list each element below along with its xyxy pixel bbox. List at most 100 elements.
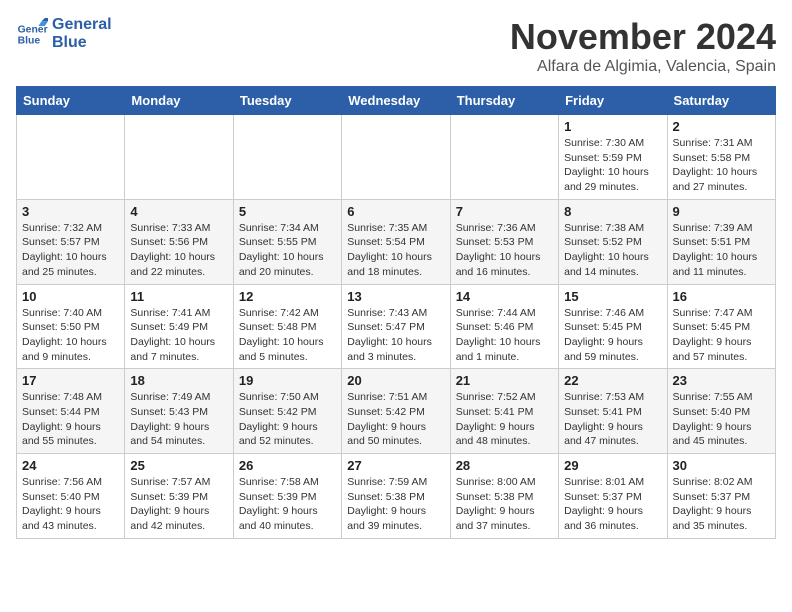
calendar-cell: 19 Sunrise: 7:50 AMSunset: 5:42 PMDayligh… [233,369,341,454]
calendar-cell: 27 Sunrise: 7:59 AMSunset: 5:38 PMDayligh… [342,454,450,539]
weekday-header: Wednesday [342,87,450,115]
weekday-header: Sunday [17,87,125,115]
day-info: Sunrise: 7:53 AMSunset: 5:41 PMDaylight:… [564,390,661,449]
day-number: 22 [564,373,661,388]
day-number: 24 [22,458,119,473]
day-info: Sunrise: 7:44 AMSunset: 5:46 PMDaylight:… [456,306,553,365]
day-number: 14 [456,289,553,304]
calendar-cell: 9 Sunrise: 7:39 AMSunset: 5:51 PMDaylight… [667,199,775,284]
day-number: 3 [22,204,119,219]
calendar-cell [233,115,341,200]
day-info: Sunrise: 7:42 AMSunset: 5:48 PMDaylight:… [239,306,336,365]
logo: General Blue General Blue [16,16,112,51]
calendar-cell: 23Sunrise: 7:55 AMSunset: 5:40 PMDayligh… [667,369,775,454]
header-row: SundayMondayTuesdayWednesdayThursdayFrid… [17,87,776,115]
day-info: Sunrise: 7:39 AMSunset: 5:51 PMDaylight:… [673,221,770,280]
day-number: 8 [564,204,661,219]
day-info: Sunrise: 7:48 AMSunset: 5:44 PMDaylight:… [22,390,119,449]
day-number: 5 [239,204,336,219]
day-number: 11 [130,289,227,304]
calendar-cell: 28 Sunrise: 8:00 AMSunset: 5:38 PMDayligh… [450,454,558,539]
calendar-cell: 17Sunrise: 7:48 AMSunset: 5:44 PMDayligh… [17,369,125,454]
day-number: 10 [22,289,119,304]
weekday-header: Tuesday [233,87,341,115]
day-number: 15 [564,289,661,304]
calendar-cell: 4 Sunrise: 7:33 AMSunset: 5:56 PMDaylight… [125,199,233,284]
day-number: 9 [673,204,770,219]
day-number: 20 [347,373,444,388]
calendar-cell: 30 Sunrise: 8:02 AMSunset: 5:37 PMDayligh… [667,454,775,539]
calendar-cell: 3Sunrise: 7:32 AMSunset: 5:57 PMDaylight… [17,199,125,284]
day-number: 2 [673,119,770,134]
day-info: Sunrise: 7:35 AMSunset: 5:54 PMDaylight:… [347,221,444,280]
day-number: 28 [456,458,553,473]
calendar-week-row: 3Sunrise: 7:32 AMSunset: 5:57 PMDaylight… [17,199,776,284]
calendar-cell: 21 Sunrise: 7:52 AMSunset: 5:41 PMDayligh… [450,369,558,454]
day-info: Sunrise: 7:40 AMSunset: 5:50 PMDaylight:… [22,306,119,365]
calendar-cell: 1 Sunrise: 7:30 AMSunset: 5:59 PMDaylight… [559,115,667,200]
weekday-header: Monday [125,87,233,115]
svg-text:Blue: Blue [18,35,41,46]
day-number: 27 [347,458,444,473]
page-container: General Blue General Blue November 2024 … [16,16,776,539]
day-info: Sunrise: 7:46 AMSunset: 5:45 PMDaylight:… [564,306,661,365]
day-number: 6 [347,204,444,219]
day-number: 13 [347,289,444,304]
month-title: November 2024 [510,16,776,58]
day-info: Sunrise: 7:30 AMSunset: 5:59 PMDaylight:… [564,136,661,195]
day-info: Sunrise: 7:51 AMSunset: 5:42 PMDaylight:… [347,390,444,449]
calendar-cell: 7 Sunrise: 7:36 AMSunset: 5:53 PMDaylight… [450,199,558,284]
day-number: 21 [456,373,553,388]
day-info: Sunrise: 7:47 AMSunset: 5:45 PMDaylight:… [673,306,770,365]
day-number: 30 [673,458,770,473]
calendar-cell: 16 Sunrise: 7:47 AMSunset: 5:45 PMDayligh… [667,284,775,369]
location-title: Alfara de Algimia, Valencia, Spain [510,58,776,76]
calendar-cell: 14 Sunrise: 7:44 AMSunset: 5:46 PMDayligh… [450,284,558,369]
day-info: Sunrise: 7:57 AMSunset: 5:39 PMDaylight:… [130,475,227,534]
day-info: Sunrise: 8:00 AMSunset: 5:38 PMDaylight:… [456,475,553,534]
day-info: Sunrise: 7:58 AMSunset: 5:39 PMDaylight:… [239,475,336,534]
calendar-cell [17,115,125,200]
day-info: Sunrise: 7:50 AMSunset: 5:42 PMDaylight:… [239,390,336,449]
calendar-cell [125,115,233,200]
day-info: Sunrise: 8:01 AMSunset: 5:37 PMDaylight:… [564,475,661,534]
day-info: Sunrise: 7:36 AMSunset: 5:53 PMDaylight:… [456,221,553,280]
calendar-cell: 12Sunrise: 7:42 AMSunset: 5:48 PMDayligh… [233,284,341,369]
day-number: 4 [130,204,227,219]
calendar-week-row: 17Sunrise: 7:48 AMSunset: 5:44 PMDayligh… [17,369,776,454]
calendar-cell: 5Sunrise: 7:34 AMSunset: 5:55 PMDaylight… [233,199,341,284]
calendar-cell: 6 Sunrise: 7:35 AMSunset: 5:54 PMDaylight… [342,199,450,284]
weekday-header: Saturday [667,87,775,115]
calendar-cell: 13Sunrise: 7:43 AMSunset: 5:47 PMDayligh… [342,284,450,369]
weekday-header: Friday [559,87,667,115]
calendar-table: SundayMondayTuesdayWednesdayThursdayFrid… [16,86,776,539]
day-number: 1 [564,119,661,134]
calendar-cell: 24 Sunrise: 7:56 AMSunset: 5:40 PMDayligh… [17,454,125,539]
day-info: Sunrise: 7:33 AMSunset: 5:56 PMDaylight:… [130,221,227,280]
day-info: Sunrise: 7:56 AMSunset: 5:40 PMDaylight:… [22,475,119,534]
svg-text:General: General [18,24,48,35]
calendar-cell [450,115,558,200]
calendar-cell: 2Sunrise: 7:31 AMSunset: 5:58 PMDaylight… [667,115,775,200]
day-info: Sunrise: 7:52 AMSunset: 5:41 PMDaylight:… [456,390,553,449]
day-info: Sunrise: 7:41 AMSunset: 5:49 PMDaylight:… [130,306,227,365]
day-number: 16 [673,289,770,304]
day-number: 7 [456,204,553,219]
day-info: Sunrise: 7:59 AMSunset: 5:38 PMDaylight:… [347,475,444,534]
day-number: 26 [239,458,336,473]
calendar-cell: 15 Sunrise: 7:46 AMSunset: 5:45 PMDayligh… [559,284,667,369]
day-number: 18 [130,373,227,388]
day-info: Sunrise: 7:49 AMSunset: 5:43 PMDaylight:… [130,390,227,449]
calendar-cell [342,115,450,200]
calendar-cell: 10 Sunrise: 7:40 AMSunset: 5:50 PMDayligh… [17,284,125,369]
weekday-header: Thursday [450,87,558,115]
calendar-week-row: 24 Sunrise: 7:56 AMSunset: 5:40 PMDayligh… [17,454,776,539]
title-area: November 2024 Alfara de Algimia, Valenci… [510,16,776,76]
logo-blue: Blue [52,34,112,52]
calendar-cell: 26 Sunrise: 7:58 AMSunset: 5:39 PMDayligh… [233,454,341,539]
calendar-cell: 25Sunrise: 7:57 AMSunset: 5:39 PMDayligh… [125,454,233,539]
day-info: Sunrise: 7:55 AMSunset: 5:40 PMDaylight:… [673,390,770,449]
calendar-cell: 11 Sunrise: 7:41 AMSunset: 5:49 PMDayligh… [125,284,233,369]
day-info: Sunrise: 8:02 AMSunset: 5:37 PMDaylight:… [673,475,770,534]
day-number: 19 [239,373,336,388]
